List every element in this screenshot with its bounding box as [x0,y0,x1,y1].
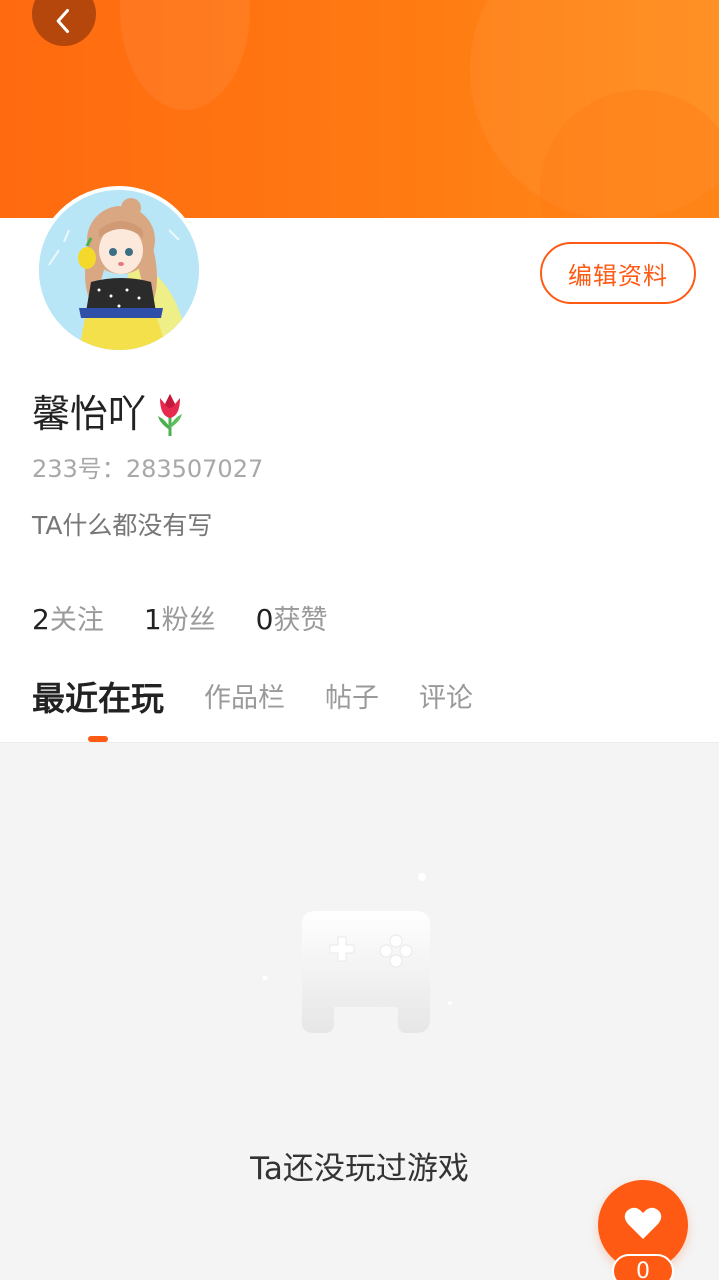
tab-posts[interactable]: 帖子 [325,672,379,726]
tab-recently-played[interactable]: 最近在玩 [32,672,164,726]
bio: TA什么都没有写 [32,511,213,540]
uid-label: 233号： [32,455,126,483]
like-count-badge: 0 [612,1254,674,1280]
stat-count: 1 [143,603,162,636]
gamepad-icon [262,873,452,1033]
nickname-text: 馨怡吖 [32,392,147,436]
anime-girl-avatar [39,190,199,350]
stat-following[interactable]: 2 关注 [32,598,104,637]
avatar[interactable] [35,186,203,354]
stat-label: 获赞 [273,605,328,636]
stats-row: 2 关注 1 粉丝 0 获赞 [32,598,367,637]
empty-state-text: Ta还没玩过游戏 [250,1151,469,1187]
stat-count: 2 [32,603,50,636]
banner-decoration [120,0,250,110]
tulip-icon [158,394,183,436]
stat-likes[interactable]: 0 获赞 [256,598,328,637]
stat-count: 0 [255,603,274,636]
back-button[interactable] [32,0,96,46]
nickname: 馨怡吖 [32,388,190,440]
edit-profile-button[interactable]: 编辑资料 [540,242,696,304]
heart-icon [624,1207,662,1239]
stat-label: 关注 [49,605,104,636]
profile-tabs: 最近在玩 作品栏 帖子 评论 [32,672,513,742]
stat-label: 粉丝 [161,605,216,636]
profile-banner [0,0,719,218]
uid-value: 283507027 [125,455,264,483]
chevron-left-icon [56,8,70,34]
tab-comments[interactable]: 评论 [419,672,473,726]
tab-works[interactable]: 作品栏 [204,672,285,726]
user-id: 233号：283507027 [32,449,263,484]
stat-followers[interactable]: 1 粉丝 [144,598,216,637]
